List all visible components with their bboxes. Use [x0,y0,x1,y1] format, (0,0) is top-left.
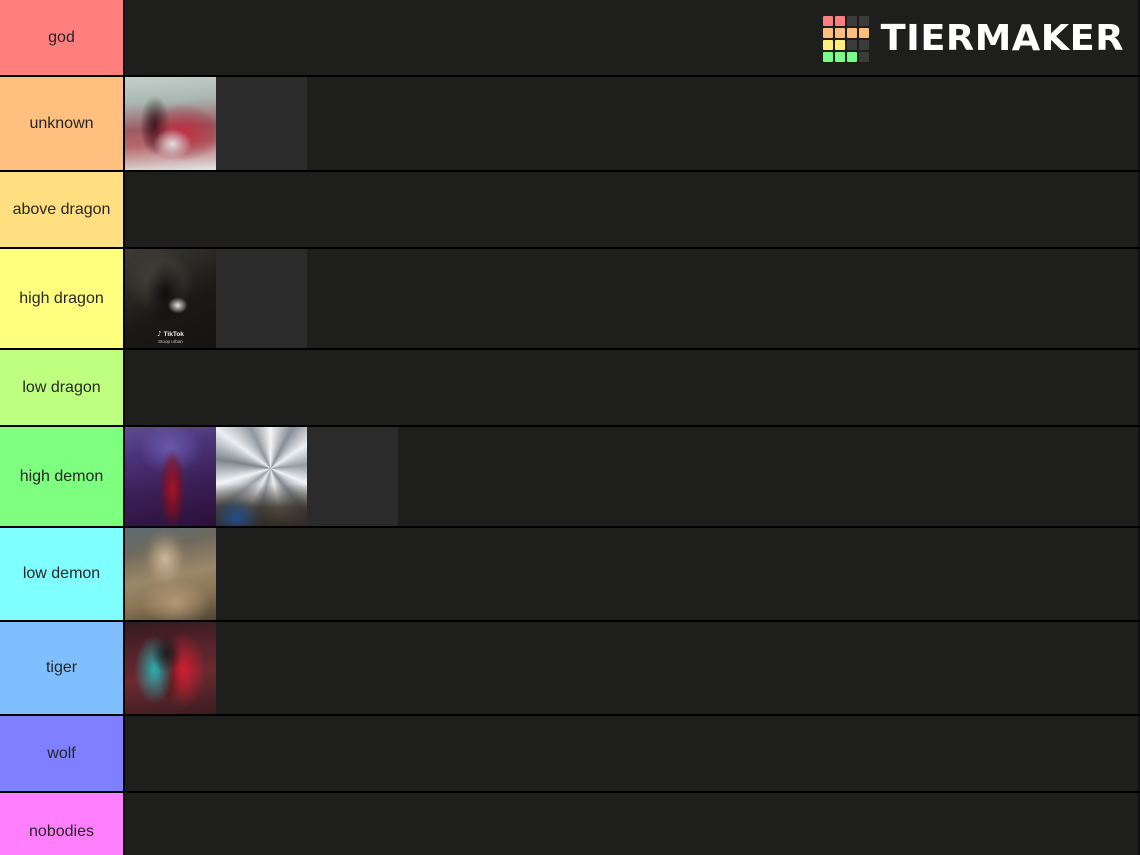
tier-item-figure-in-red-mist[interactable] [125,77,216,170]
logo-swatch-9 [835,39,846,50]
tier-items-wolf[interactable] [125,716,1140,791]
tier-item-pink-flare-field[interactable] [307,427,398,526]
tier-label-tiger[interactable]: tiger [0,622,125,714]
logo-swatch-13 [835,51,846,62]
tier-item-image [125,528,216,620]
tier-rows-container: god unknown above dragon high dragon ♪ TikTok… [0,0,1140,855]
tier-items-high-dragon[interactable]: ♪ TikTok Stoop urban [125,249,1140,348]
logo-swatch-10 [847,39,858,50]
tier-list-board: TIERMAKER god unknown above dragon high dra… [0,0,1140,855]
tier-item-image [125,427,216,526]
logo-grid-icon [823,15,870,62]
tier-items-low-demon[interactable] [125,528,1140,620]
tier-row: wolf [0,716,1140,793]
tier-label-high-dragon[interactable]: high dragon [0,249,125,348]
logo-swatch-12 [823,51,834,62]
logo-swatch-8 [823,39,834,50]
tier-item-image [125,77,216,170]
tier-item-image [307,427,398,526]
tier-item-metal-shard-explosion[interactable] [216,427,307,526]
tier-items-unknown[interactable] [125,77,1140,170]
logo-swatch-5 [835,27,846,38]
tier-item-image [125,622,216,714]
logo-swatch-2 [847,15,858,26]
tier-item-image [216,249,307,348]
tier-items-high-demon[interactable] [125,427,1140,526]
tier-row: tiger [0,622,1140,716]
tier-label-unknown[interactable]: unknown [0,77,125,170]
tier-item-green-officer-portrait[interactable] [216,249,307,348]
tier-row: low dragon [0,350,1140,427]
tier-item-rock-giant[interactable] [125,528,216,620]
logo-swatch-3 [859,15,870,26]
logo-swatch-6 [847,27,858,38]
tier-item-image [216,77,307,170]
logo-swatch-7 [859,27,870,38]
tier-item-image [125,249,216,348]
tier-item-hooded-reaper[interactable]: ♪ TikTok Stoop urban [125,249,216,348]
tier-item-chromatic-glitch-portrait[interactable] [125,622,216,714]
tier-label-nobodies[interactable]: nobodies [0,793,125,855]
tier-items-tiger[interactable] [125,622,1140,714]
logo-swatch-11 [859,39,870,50]
tier-items-low-dragon[interactable] [125,350,1140,425]
tier-item-red-cloaked-figure[interactable] [125,427,216,526]
tier-label-high-demon[interactable]: high demon [0,427,125,526]
tier-label-low-demon[interactable]: low demon [0,528,125,620]
tier-row: high demon [0,427,1140,528]
tier-item-image [216,427,307,526]
logo-swatch-1 [835,15,846,26]
tier-row: unknown [0,77,1140,172]
tier-row: above dragon [0,172,1140,249]
tier-label-wolf[interactable]: wolf [0,716,125,791]
tier-item-dark-knight-with-embers[interactable] [216,77,307,170]
logo-swatch-0 [823,15,834,26]
logo-swatch-14 [847,51,858,62]
tier-label-god[interactable]: god [0,0,125,75]
tiermaker-logo[interactable]: TIERMAKER [823,0,1140,77]
tier-row: nobodies [0,793,1140,855]
tier-row: low demon [0,528,1140,622]
logo-swatch-4 [823,27,834,38]
tier-items-above-dragon[interactable] [125,172,1140,247]
logo-wordmark: TIERMAKER [880,17,1125,59]
logo-swatch-15 [859,51,870,62]
tier-items-nobodies[interactable] [125,793,1140,855]
tier-label-above-dragon[interactable]: above dragon [0,172,125,247]
tier-label-low-dragon[interactable]: low dragon [0,350,125,425]
tier-row: high dragon ♪ TikTok Stoop urban [0,249,1140,350]
